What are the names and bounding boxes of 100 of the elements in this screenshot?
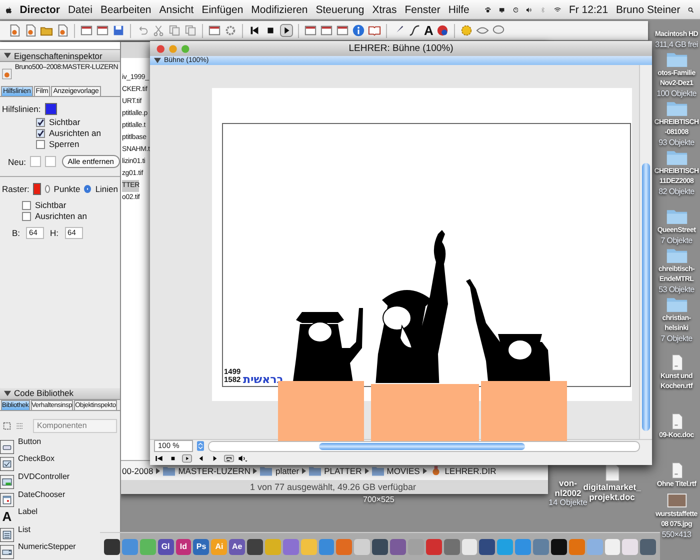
calendar-icon[interactable]: [0, 492, 14, 507]
window-icon[interactable]: [304, 24, 317, 37]
component-name[interactable]: CheckBox: [18, 454, 54, 464]
checkbox-icon[interactable]: [0, 457, 14, 472]
window-icon[interactable]: [320, 24, 333, 37]
folder-icon[interactable]: [666, 296, 688, 313]
field-label: Raster:: [2, 184, 30, 194]
folder-icon[interactable]: [666, 51, 688, 68]
icon-info: 550×413: [662, 530, 692, 539]
loop-icon[interactable]: [224, 454, 234, 462]
component-name[interactable]: List: [18, 524, 30, 534]
curve-icon[interactable]: [408, 24, 421, 37]
list-icon[interactable]: [16, 422, 24, 430]
path-item[interactable]: LEHRER.DIR: [444, 466, 496, 476]
radio-button[interactable]: [84, 185, 92, 193]
folder-icon[interactable]: [666, 208, 688, 225]
menu-item[interactable]: Bearbeiten: [100, 4, 152, 16]
path-item[interactable]: MASTER-LUZERN: [178, 466, 250, 476]
play-icon[interactable]: [182, 454, 192, 462]
app-icon[interactable]: [550, 538, 567, 554]
app-icon[interactable]: [104, 538, 120, 554]
copy-icon[interactable]: [168, 24, 181, 37]
input-field[interactable]: [44, 156, 56, 167]
radio-label: Linien: [95, 184, 118, 194]
component-name[interactable]: Label: [18, 507, 38, 516]
volume-icon[interactable]: [238, 454, 248, 462]
panel-title: Code Bibliothek: [14, 388, 74, 398]
menu-item[interactable]: Einfügen: [202, 4, 244, 16]
app-icon[interactable]: Id: [176, 538, 192, 554]
checkbox[interactable]: [22, 200, 31, 210]
menu-item[interactable]: Hilfe: [448, 4, 470, 16]
paste-icon[interactable]: [184, 24, 197, 37]
rewind-icon[interactable]: [154, 454, 164, 462]
app-icon[interactable]: Ps: [193, 538, 210, 554]
checkbox[interactable]: [36, 128, 45, 138]
icon-info: 311,4 GB frei: [655, 40, 698, 49]
user-name[interactable]: Bruno Steiner: [616, 4, 680, 16]
button-icon[interactable]: [0, 440, 14, 454]
component-name[interactable]: DateChooser: [18, 490, 66, 499]
window-icon[interactable]: [336, 24, 349, 37]
color-swatch[interactable]: [44, 103, 57, 115]
folder-icon[interactable]: [666, 149, 688, 166]
clock[interactable]: Fr 12:21: [568, 4, 608, 16]
photo-placeholder[interactable]: [666, 492, 688, 509]
book-icon[interactable]: [368, 24, 381, 37]
path-item[interactable]: PLATTER: [324, 466, 362, 476]
app-icon[interactable]: Ae: [229, 538, 245, 554]
menu-item[interactable]: Xtras: [372, 4, 397, 16]
menu-item[interactable]: Fenster: [404, 4, 440, 16]
icon-info: 7 Objekte: [660, 236, 692, 245]
menu-item[interactable]: Steuerung: [316, 4, 364, 16]
grid-icon[interactable]: [3, 422, 11, 430]
window-icon[interactable]: [208, 24, 221, 37]
save-icon[interactable]: [112, 24, 125, 37]
path-item[interactable]: MOVIES: [386, 466, 420, 476]
palette-icon[interactable]: [436, 24, 450, 37]
rewind-icon[interactable]: [248, 24, 261, 37]
gear-icon[interactable]: [224, 24, 237, 37]
app-menu[interactable]: Director: [20, 4, 60, 16]
collapse-triangle-icon[interactable]: [4, 52, 11, 59]
list-icon[interactable]: [0, 528, 14, 542]
window-controls-icon[interactable]: [156, 44, 190, 54]
info-icon[interactable]: [352, 24, 365, 37]
arrow-icon: [156, 468, 160, 474]
menu-item[interactable]: Modifizieren: [251, 4, 308, 16]
menu-item[interactable]: Datei: [68, 4, 92, 16]
window-icon[interactable]: [96, 24, 109, 37]
input-field[interactable]: [30, 156, 41, 167]
path-item[interactable]: platter: [275, 466, 300, 476]
document-icon[interactable]: [24, 24, 37, 37]
app-icon[interactable]: [247, 538, 263, 554]
text-tool-icon[interactable]: A: [424, 24, 434, 37]
icon-info: 93 Objekte: [658, 138, 694, 147]
window-icon[interactable]: [80, 24, 93, 37]
search-field[interactable]: Komponenten: [33, 418, 117, 433]
horizontal-scrollbar[interactable]: [208, 440, 640, 452]
menu-item[interactable]: Ansicht: [159, 4, 194, 16]
folder-icon[interactable]: [666, 100, 688, 117]
document-icon[interactable]: [8, 24, 21, 37]
dvd-icon[interactable]: [0, 475, 14, 490]
component-name[interactable]: DVDController: [18, 472, 70, 482]
scissors-icon[interactable]: [152, 24, 165, 37]
folder-icon[interactable]: [666, 247, 688, 264]
path-item[interactable]: 00-2008: [122, 466, 154, 476]
document-icon[interactable]: [56, 24, 69, 37]
checkbox[interactable]: [36, 118, 45, 126]
vertical-scrollbar[interactable]: [639, 65, 652, 439]
radio-button[interactable]: [44, 185, 50, 193]
stepper-icon[interactable]: [0, 545, 14, 560]
component-name[interactable]: Button: [18, 436, 42, 446]
collapse-triangle-icon[interactable]: [4, 390, 11, 397]
play-icon[interactable]: [280, 24, 293, 37]
letter-icon[interactable]: A: [0, 510, 14, 524]
component-name[interactable]: NumericStepper: [18, 542, 76, 552]
checkbox[interactable]: [36, 140, 45, 148]
sun-icon[interactable]: [460, 24, 474, 37]
checkbox[interactable]: [22, 212, 31, 220]
collapse-triangle-icon[interactable]: [154, 57, 161, 64]
color-swatch[interactable]: [33, 183, 41, 195]
app-icon[interactable]: Gl: [158, 538, 174, 554]
